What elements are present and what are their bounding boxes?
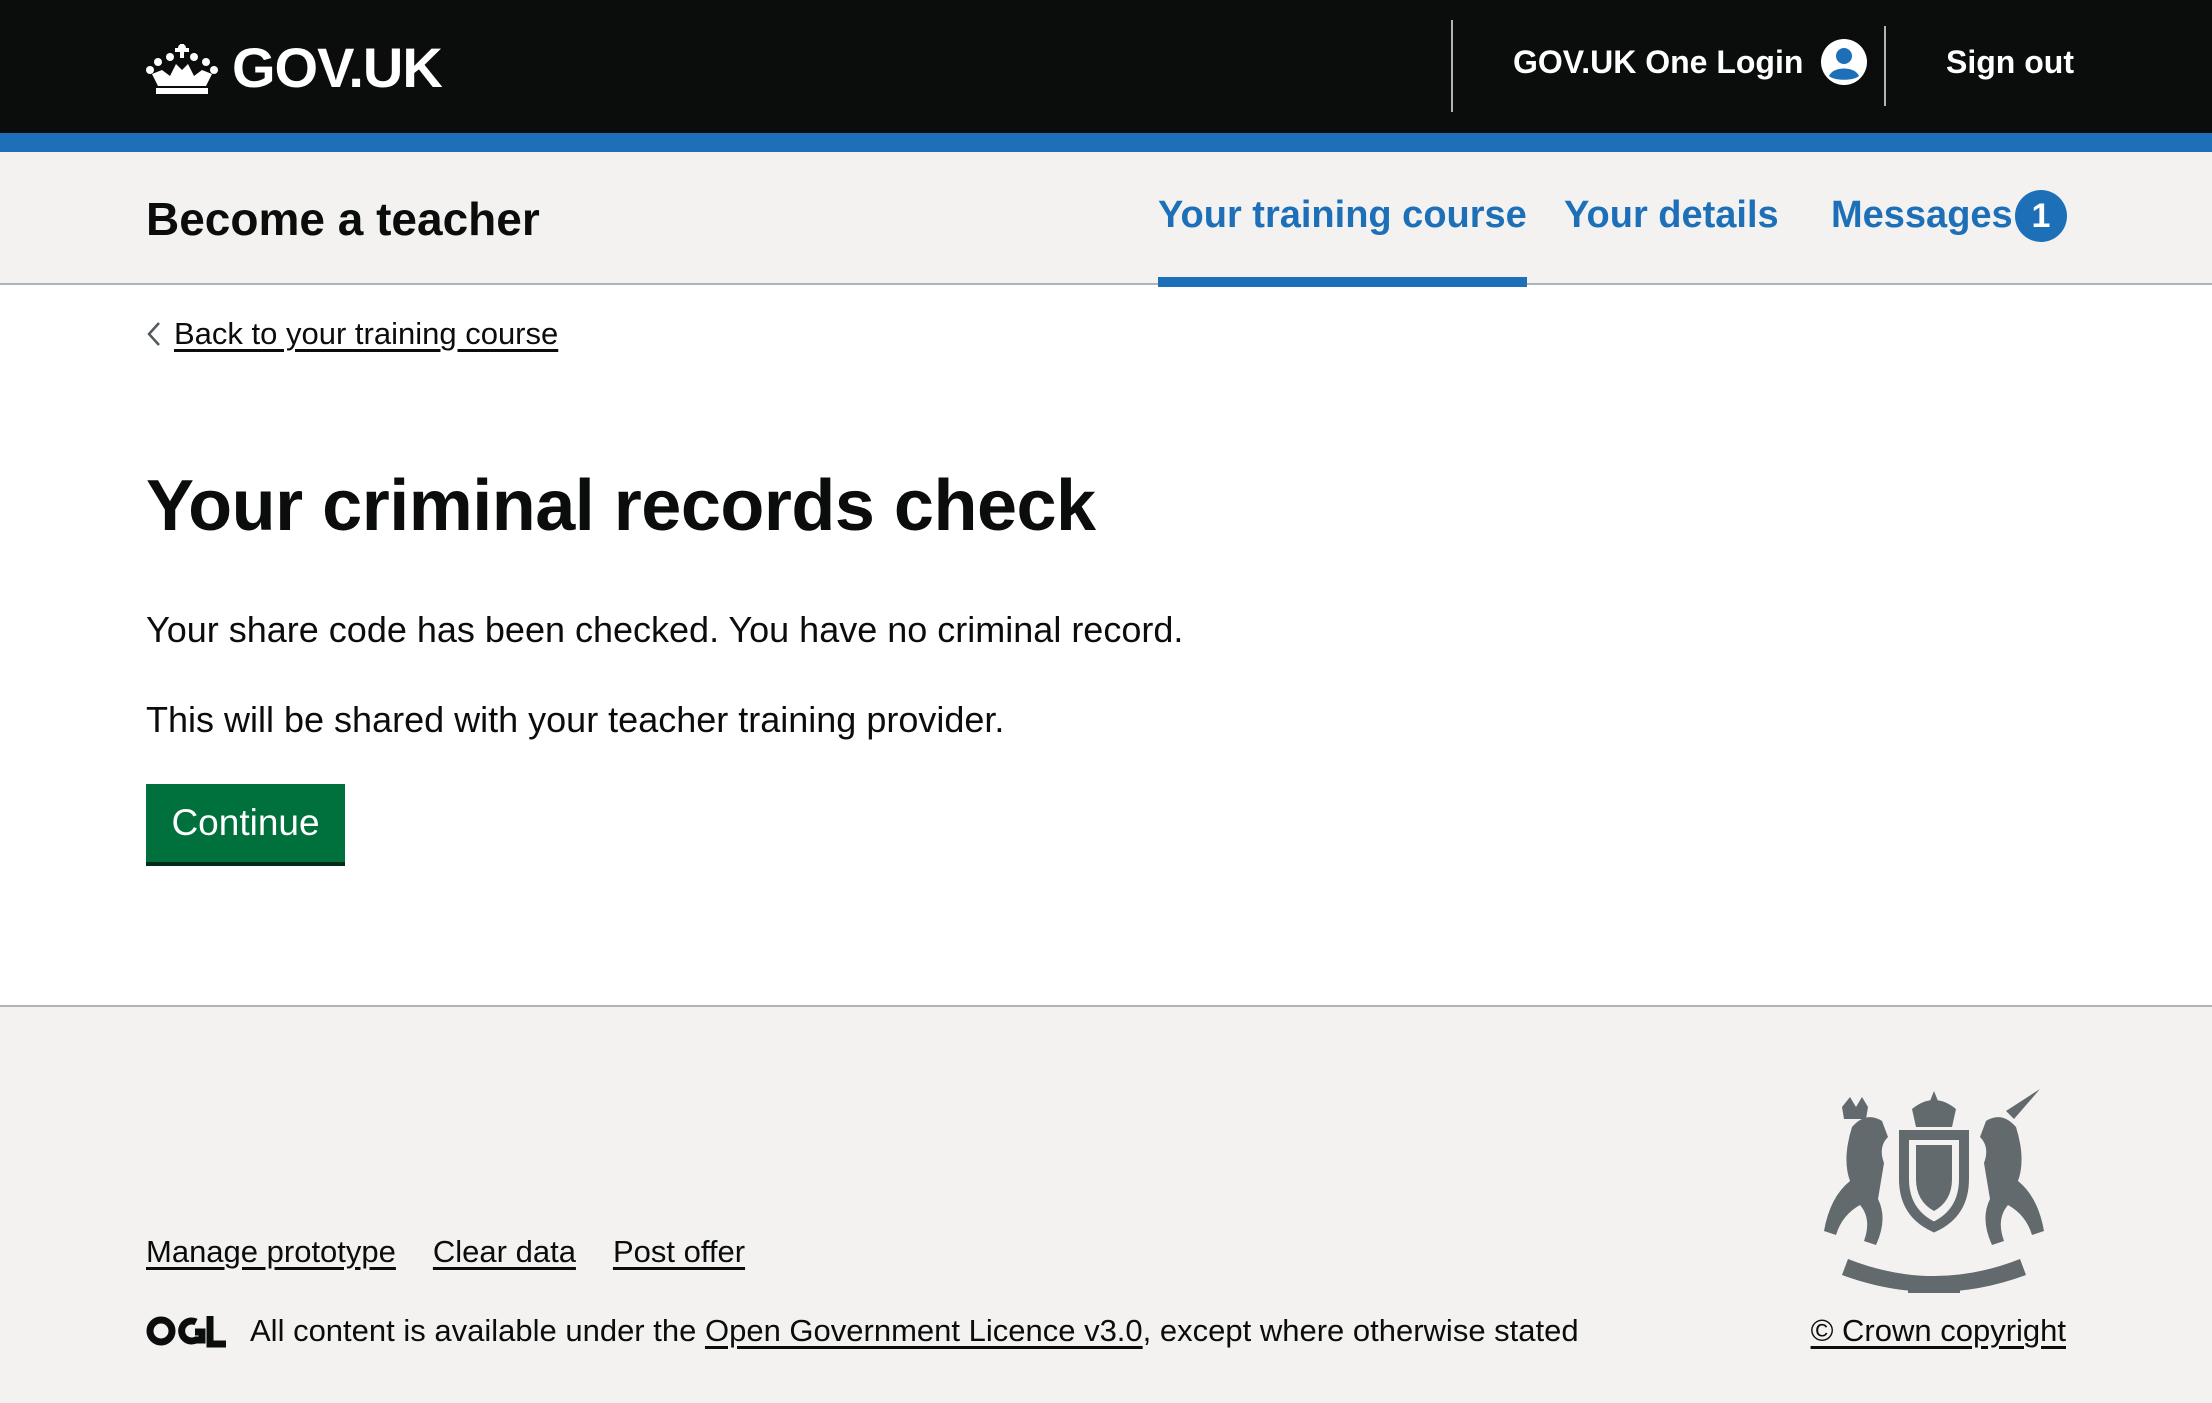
header-blue-stripe [0,133,2212,152]
footer-link-clear-data[interactable]: Clear data [433,1234,576,1270]
continue-button[interactable]: Continue [146,784,345,862]
user-account-icon [1821,39,1868,85]
footer-links: Manage prototype Clear data Post offer [146,1234,745,1270]
result-paragraph: Your share code has been checked. You ha… [146,609,1184,650]
nav-messages[interactable]: Messages [1831,194,2013,237]
crown-icon [146,44,218,94]
one-login-link[interactable]: GOV.UK One Login [1513,36,1868,88]
crown-copyright-link[interactable]: © Crown copyright [1811,1313,2066,1349]
licence-suffix: , except where otherwise stated [1142,1313,1579,1348]
back-link-label: Back to your training course [174,316,559,351]
ogl-licence-link[interactable]: Open Government Licence v3.0 [705,1313,1143,1348]
govuk-header: GOV.UK GOV.UK One Login Sign out [0,0,2212,133]
header-divider [1451,20,1453,112]
footer-link-post-offer[interactable]: Post offer [613,1234,745,1270]
licence-prefix: All content is available under the [250,1313,697,1348]
sharing-paragraph: This will be shared with your teacher tr… [146,699,1005,740]
chevron-left-icon [147,322,160,346]
nav-your-training-course[interactable]: Your training course [1158,194,1527,287]
back-link[interactable]: Back to your training course [146,316,558,352]
messages-count-badge: 1 [2015,190,2067,242]
nav-your-details[interactable]: Your details [1564,194,1779,237]
licence-row: All content is available under the Open … [146,1313,1579,1349]
page-title: Your criminal records check [146,466,1096,546]
ogl-logo-icon [146,1316,226,1348]
govuk-logo-text: GOV.UK [232,36,443,99]
footer: Manage prototype Clear data Post offer A… [0,1005,2212,1403]
govuk-logo-link[interactable]: GOV.UK [146,36,443,100]
licence-text: All content is available under the Open … [250,1313,1579,1349]
sign-out-link[interactable]: Sign out [1946,44,2074,81]
header-divider [1884,26,1886,106]
service-name: Become a teacher [146,193,540,245]
royal-coat-of-arms-icon [1824,1089,2044,1293]
service-navigation: Become a teacher Your training course Yo… [0,152,2212,287]
one-login-label: GOV.UK One Login [1513,43,1804,80]
footer-link-manage-prototype[interactable]: Manage prototype [146,1234,396,1270]
